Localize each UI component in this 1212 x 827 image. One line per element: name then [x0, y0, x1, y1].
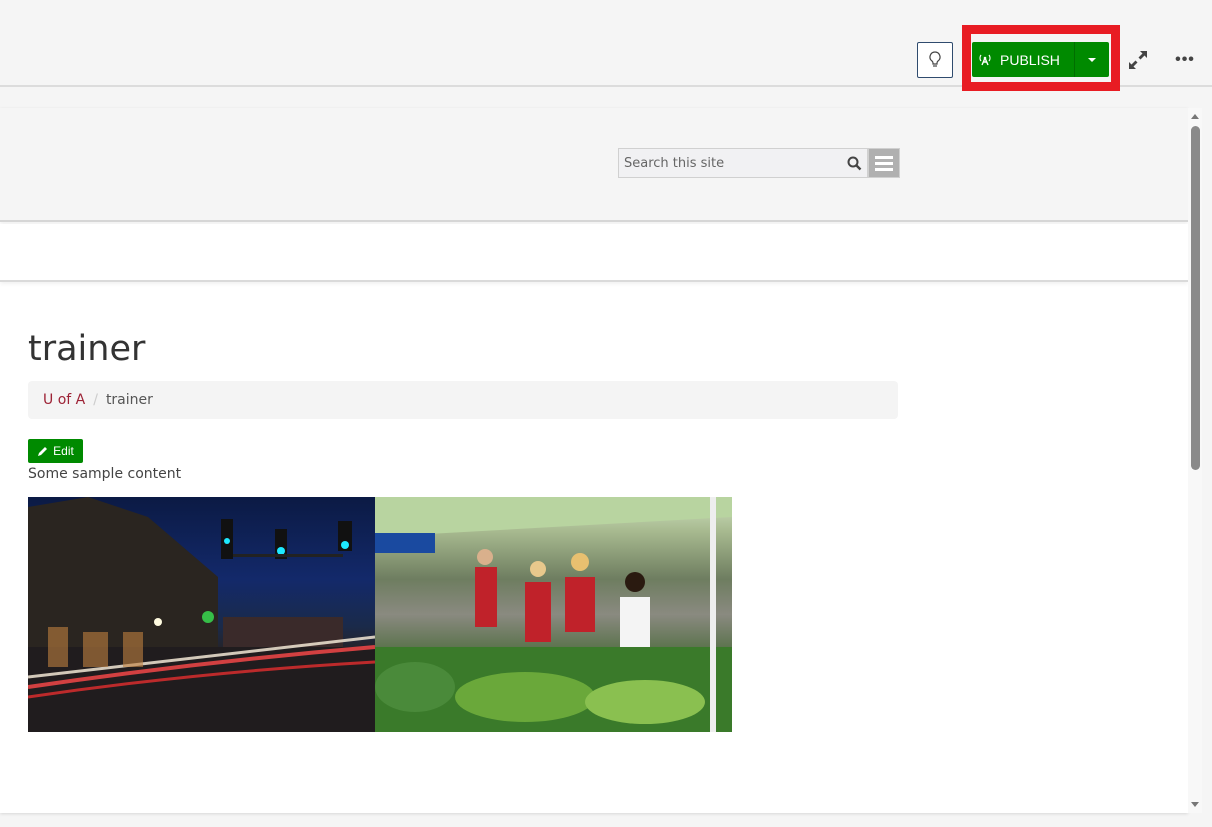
- hamburger-icon-bar: [875, 167, 893, 171]
- pencil-icon: [38, 446, 48, 456]
- breadcrumb: U of A / trainer: [28, 381, 898, 419]
- scroll-up-arrow-icon[interactable]: [1191, 114, 1199, 119]
- caret-down-icon: [1088, 57, 1096, 62]
- search-input[interactable]: [619, 155, 841, 171]
- broadcast-icon: [979, 54, 991, 65]
- scroll-thumb[interactable]: [1191, 126, 1200, 470]
- hamburger-icon-bar: [875, 155, 893, 159]
- publish-button[interactable]: PUBLISH: [972, 42, 1075, 77]
- more-horizontal-icon: •••: [1175, 51, 1195, 68]
- site-header: [0, 108, 1188, 222]
- content-text: Some sample content: [28, 466, 182, 482]
- vertical-scrollbar[interactable]: [1188, 108, 1202, 813]
- farmers-market-image: [375, 497, 732, 732]
- publish-button-group: PUBLISH: [972, 42, 1109, 77]
- more-options-button[interactable]: •••: [1172, 48, 1198, 72]
- page-title: trainer: [28, 329, 146, 369]
- scroll-down-arrow-icon[interactable]: [1191, 802, 1199, 807]
- street-night-image: [28, 497, 375, 732]
- breadcrumb-separator: /: [93, 392, 98, 408]
- publish-label: PUBLISH: [1000, 51, 1060, 68]
- breadcrumb-current: trainer: [105, 392, 153, 408]
- site-nav-bar: [0, 224, 1188, 282]
- breadcrumb-home-link[interactable]: U of A: [43, 392, 85, 408]
- search-button[interactable]: [841, 149, 867, 177]
- page-preview-frame: trainer U of A / trainer Edit Some sampl…: [0, 108, 1188, 813]
- hamburger-icon-bar: [875, 161, 893, 165]
- lightbulb-icon: [929, 51, 941, 67]
- search-icon: [847, 156, 861, 170]
- publish-dropdown-button[interactable]: [1075, 42, 1109, 77]
- cms-toolbar: PUBLISH •••: [0, 0, 1212, 91]
- edit-label: Edit: [53, 444, 74, 458]
- tips-button[interactable]: [917, 42, 953, 78]
- site-search: [618, 148, 868, 178]
- edit-button[interactable]: Edit: [28, 439, 83, 463]
- expand-button[interactable]: [1126, 48, 1150, 72]
- expand-icon: [1129, 51, 1147, 69]
- site-menu-button[interactable]: [868, 148, 900, 178]
